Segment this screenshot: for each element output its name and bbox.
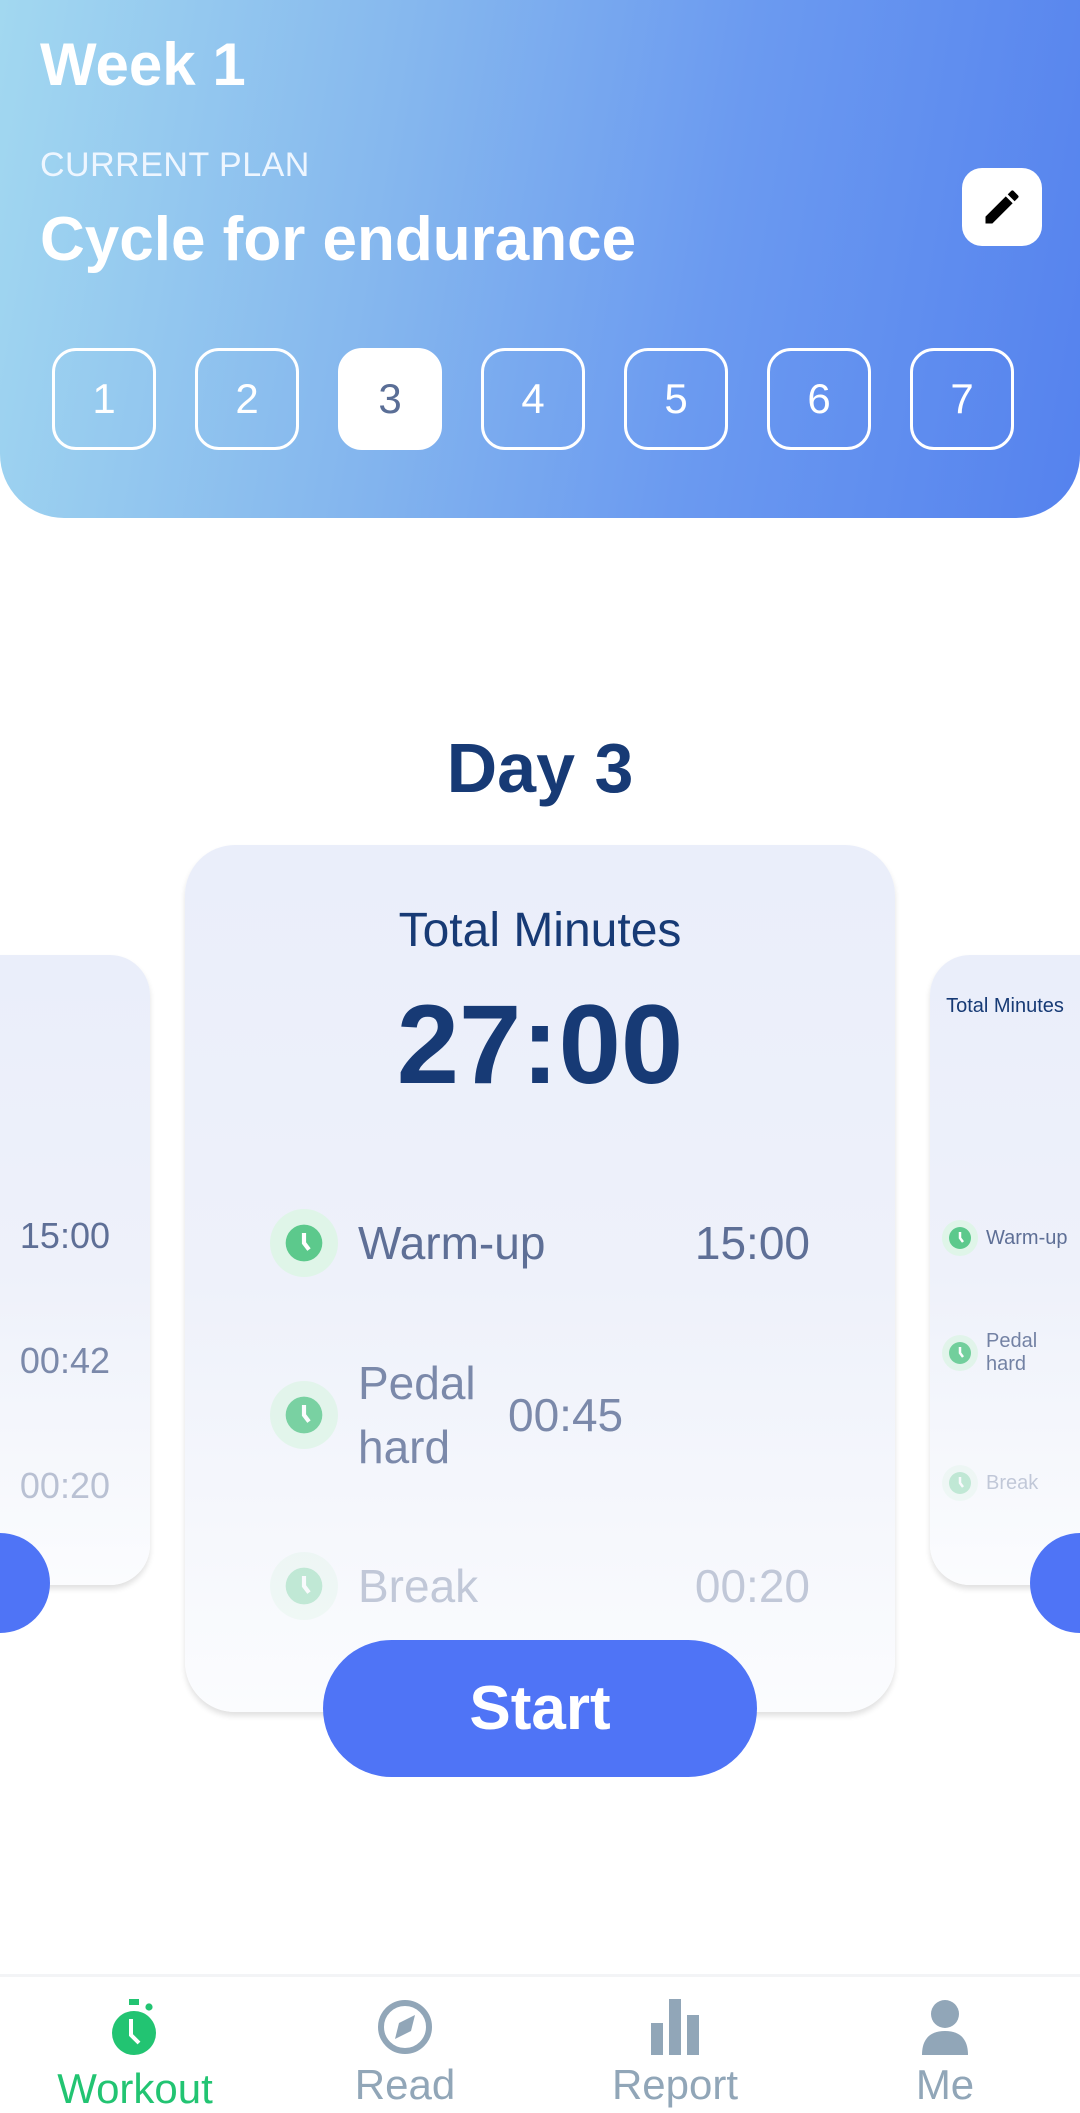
tab-workout[interactable]: Workout [0,1977,270,2113]
row-label: Pedal hard [358,1357,476,1473]
row-value: 00:42 [19,1340,110,1381]
exercise-row: Pedal hard [942,1330,1072,1376]
row-value: 00:20 [19,1465,110,1506]
row-label: Warm-up [986,1226,1068,1249]
exercise-row: Pedal hard 00:45 [270,1351,810,1479]
clock-icon [942,1465,978,1501]
tab-read[interactable]: Read [270,1977,540,2113]
tab-label: Report [611,2061,739,2108]
day-selector: 1 2 3 4 5 6 7 [52,348,1014,450]
clock-icon [942,1220,978,1256]
total-minutes-value: 27:00 [396,982,684,1107]
exercise-row: Warm-up [942,1220,1072,1256]
week-title: Week 1 [40,31,246,98]
row-value: 15:00 [19,1215,110,1256]
person-icon [922,2000,968,2055]
row-value: 00:20 [694,1560,810,1612]
day-2-button[interactable]: 2 [195,348,299,450]
day-7-button[interactable]: 7 [910,348,1014,450]
day-4-button[interactable]: 4 [481,348,585,450]
tab-report[interactable]: Report [540,1977,810,2113]
exercise-row: Break 00:20 [270,1552,810,1620]
exercise-row: Warm-up 15:00 [270,1209,810,1277]
day-3-card: Total Minutes 27:00 Warm-up 15:00 Pedal … [185,845,895,1712]
day-6-button[interactable]: 6 [767,348,871,450]
tab-label: Workout [57,2065,213,2112]
total-minutes-label: Total Minutes [398,904,682,957]
clock-icon [270,1209,338,1277]
row-value: 00:45 [508,1389,624,1441]
previous-day-card[interactable]: 15:00 00:42 00:20 [0,955,150,1585]
stopwatch-icon [112,1999,156,2055]
bottom-nav: Workout Read Report Me [0,1974,1080,2113]
plan-header: Week 1 CURRENT PLAN Cycle for endurance … [0,0,1080,518]
day-title: Day 3 [446,729,634,807]
tab-me[interactable]: Me [810,1977,1080,2113]
pencil-icon [985,190,1019,224]
clock-icon [270,1552,338,1620]
current-plan-label: CURRENT PLAN [40,146,310,184]
row-label: Break [358,1560,479,1612]
tab-label: Me [915,2061,975,2108]
row-label: Warm-up [358,1217,546,1269]
row-label: Pedal hard [986,1330,1038,1375]
edit-plan-button[interactable] [962,168,1042,246]
day-5-button[interactable]: 5 [624,348,728,450]
day-1-button[interactable]: 1 [52,348,156,450]
tab-label: Read [354,2061,456,2108]
exercise-row: Break [942,1465,1072,1501]
next-day-card[interactable]: Total Minutes Warm-up Pedal hard Break [930,955,1080,1585]
bar-chart-icon [651,1999,699,2055]
clock-icon [270,1381,338,1449]
plan-name: Cycle for endurance [40,205,637,274]
compass-icon [378,2000,432,2054]
row-label: Break [986,1471,1039,1494]
day-3-button[interactable]: 3 [338,348,442,450]
total-minutes-label: Total Minutes [946,995,1064,1017]
row-value: 15:00 [694,1217,810,1269]
clock-icon [942,1335,978,1371]
start-button[interactable]: Start [323,1640,757,1777]
